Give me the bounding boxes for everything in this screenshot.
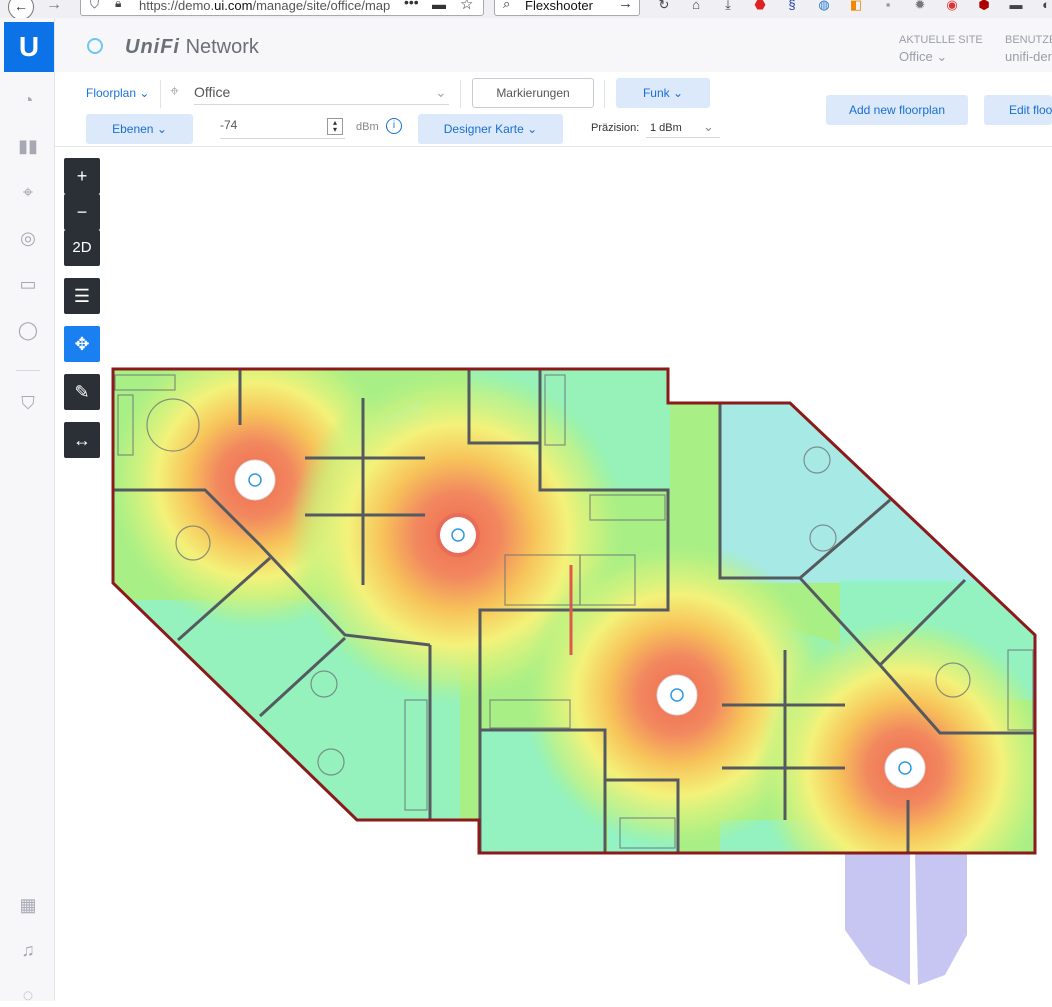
url-bar[interactable]: https://demo.ui.com/manage/site/office/m… [80, 0, 484, 16]
sidebar-divider [16, 370, 40, 371]
access-point[interactable] [234, 459, 276, 501]
chevron-down-icon: ⌄ [936, 49, 948, 64]
ublock-icon[interactable]: ⬢ [976, 0, 992, 13]
chevron-down-icon: ⌄ [527, 122, 538, 136]
layers-button[interactable]: Ebenen ⌄ [86, 114, 193, 144]
floorplan-heatmap[interactable] [55, 147, 1052, 1001]
insights-icon[interactable]: ◯ [16, 318, 40, 342]
outdoor-coverage-zone [915, 853, 967, 985]
devices-icon[interactable]: ◎ [16, 226, 40, 250]
url-text: https://demo.ui.com/manage/site/office/m… [139, 0, 391, 13]
access-point[interactable] [656, 674, 698, 716]
chevron-down-icon: ⌄ [156, 122, 167, 136]
markers-button[interactable]: Markierungen [472, 78, 594, 108]
info-icon[interactable]: i [386, 118, 402, 134]
home-icon[interactable]: ⌂ [688, 0, 704, 13]
info-icon[interactable]: ▪ [880, 0, 896, 13]
extension-red-icon[interactable]: ◉ [944, 0, 960, 13]
toolbar-divider [460, 80, 461, 108]
shield-icon[interactable]: ⛉ [90, 0, 99, 12]
precision-label: Präzision: [591, 122, 640, 134]
designer-map-button[interactable]: Designer Karte ⌄ [418, 114, 563, 144]
save-page-icon[interactable]: ▬ [432, 0, 446, 12]
browser-toolbar: ← → https://demo.ui.com/manage/site/offi… [0, 0, 1052, 19]
app-brand: UniFi Network [125, 36, 259, 58]
signal-unit: dBm [356, 121, 379, 133]
back-button[interactable]: ← [8, 0, 34, 18]
chat-icon[interactable]: ◌ [16, 983, 40, 1007]
extension-icon[interactable]: § [784, 0, 800, 13]
shield-icon[interactable]: ⛉ [16, 391, 40, 415]
heatmap-layer [113, 369, 1035, 853]
reload-icon[interactable]: ↻ [656, 0, 672, 13]
rss-icon[interactable]: ◧ [848, 0, 864, 13]
search-go-icon[interactable]: → [618, 0, 633, 12]
forward-arrow-icon[interactable]: → [46, 0, 62, 14]
logo-letter: U [18, 31, 40, 62]
toolbar-divider [160, 80, 161, 108]
radio-button[interactable]: Funk ⌄ [616, 78, 710, 108]
site-label: AKTUELLE SITE [899, 34, 983, 46]
menu-icon[interactable]: ◐ [1038, 0, 1052, 13]
edit-floorplan-button[interactable]: Edit floorplan [984, 95, 1052, 125]
chevron-down-icon: ⌄ [703, 119, 714, 134]
adblock-icon[interactable]: ⬣ [752, 0, 768, 13]
user-label: BENUTZER [1005, 34, 1052, 46]
dashboard-icon[interactable]: ◔ [16, 88, 40, 112]
floorplan-dropdown[interactable]: Floorplan ⌄ [86, 86, 149, 100]
bell-icon[interactable]: ♫ [16, 938, 40, 962]
chevron-down-icon: ⌄ [139, 86, 150, 100]
statistics-icon[interactable]: ▮▮ [16, 134, 40, 158]
unifi-network-icon [87, 38, 103, 54]
map-pin-icon[interactable]: ⌖ [16, 180, 40, 204]
add-floorplan-button[interactable]: Add new floorplan [826, 95, 968, 125]
stepper-icon[interactable]: ▴ ▾ [327, 118, 343, 135]
access-point[interactable] [884, 747, 926, 789]
clients-icon[interactable]: ▭ [16, 272, 40, 296]
user-selector[interactable]: unifi-demo [1005, 49, 1052, 64]
unifi-logo[interactable]: U [4, 22, 54, 72]
more-icon[interactable]: ••• [404, 0, 419, 10]
disk-icon[interactable]: ▬ [1008, 0, 1024, 13]
outdoor-coverage-zone [845, 853, 910, 985]
app-sidebar [0, 18, 55, 1001]
extension-globe-icon[interactable]: ◍ [816, 0, 832, 13]
bookmark-star-icon[interactable]: ☆ [460, 0, 473, 13]
access-point[interactable] [436, 513, 480, 557]
site-selector[interactable]: Office ⌄ [899, 49, 947, 65]
download-icon[interactable]: ⤓ [720, 0, 736, 13]
lock-icon[interactable]: 🔒︎ [115, 0, 121, 11]
calendar-icon[interactable]: ▦ [16, 893, 40, 917]
chevron-down-icon: ⌄ [435, 84, 447, 100]
search-icon: ⌕ [503, 0, 511, 11]
extension-gear-icon[interactable]: ✹ [912, 0, 928, 13]
back-arrow-icon: ← [14, 0, 28, 14]
map-pin-icon: ⌖ [170, 83, 180, 100]
floorplan-select[interactable]: Office [194, 84, 449, 105]
toolbar-divider [604, 80, 605, 108]
chevron-down-icon: ⌄ [672, 86, 684, 100]
